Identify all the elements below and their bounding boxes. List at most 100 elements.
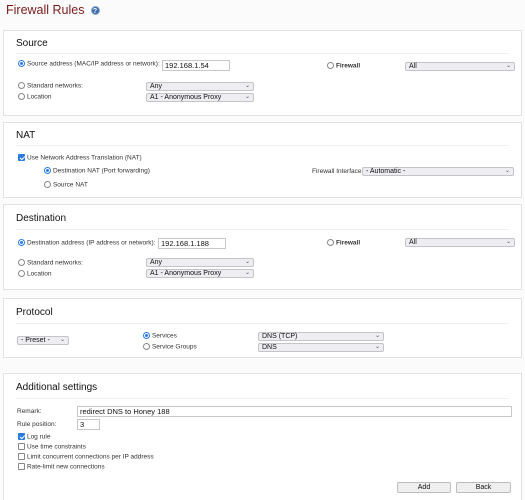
divider [16, 229, 509, 230]
destination-location-radio[interactable] [18, 270, 25, 277]
source-standard-networks-radio[interactable] [18, 82, 25, 89]
back-button[interactable]: Back [456, 482, 511, 493]
rate-limit-checkbox[interactable] [18, 463, 25, 470]
remark-input[interactable]: redirect DNS to Honey 188 [77, 406, 512, 417]
destination-panel: Destination Destination address (IP addr… [3, 204, 522, 290]
services-value: DNS (TCP) [262, 333, 298, 340]
destination-address-option[interactable]: Destination address (IP address or netwo… [18, 239, 155, 246]
destination-address-radio[interactable] [18, 239, 25, 246]
protocol-panel: Protocol - Preset - ⌄ Services DNS (TCP)… [3, 298, 522, 358]
source-firewall-label: Firewall [335, 62, 361, 70]
divider [16, 53, 509, 54]
rule-position-label: Rule position: [17, 421, 57, 428]
source-location-option[interactable]: Location [18, 93, 52, 100]
destination-standard-networks-select[interactable]: Any ⌄ [146, 258, 254, 267]
destination-standard-networks-option[interactable]: Standard networks: [18, 259, 83, 266]
destination-heading: Destination [16, 213, 67, 224]
page-title-text: Firewall Rules [6, 3, 85, 17]
services-select[interactable]: DNS (TCP) ⌄ [258, 332, 384, 341]
services-option[interactable]: Services [143, 332, 177, 339]
destination-standard-networks-radio[interactable] [18, 259, 25, 266]
page-title: Firewall Rules ? [6, 3, 100, 17]
use-nat-option[interactable]: Use Network Address Translation (NAT) [18, 154, 142, 161]
time-constraints-checkbox[interactable] [18, 443, 25, 450]
source-address-label: Source address (MAC/IP address or networ… [26, 60, 160, 68]
destination-location-select[interactable]: A1 - Anonymous Proxy ⌄ [146, 269, 254, 278]
dnat-radio[interactable] [44, 167, 51, 174]
destination-firewall-radio[interactable] [327, 239, 334, 246]
remark-label: Remark: [17, 408, 42, 415]
log-rule-checkbox[interactable] [18, 433, 25, 440]
destination-location-option[interactable]: Location [18, 270, 52, 277]
source-standard-networks-value: Any [150, 83, 163, 90]
snat-option[interactable]: Source NAT [44, 181, 88, 188]
chevron-down-icon: ⌄ [244, 94, 250, 100]
destination-address-label: Destination address (IP address or netwo… [26, 239, 156, 247]
time-constraints-label: Use time constraints [26, 443, 86, 451]
chevron-down-icon: ⌄ [504, 168, 510, 174]
dnat-option[interactable]: Destination NAT (Port forwarding) [44, 167, 150, 174]
log-rule-option[interactable]: Log rule [18, 433, 50, 440]
source-address-radio[interactable] [18, 60, 25, 67]
preset-value: - Preset - [21, 337, 50, 344]
destination-firewall-select[interactable]: All ⌄ [405, 238, 515, 247]
limit-connections-option[interactable]: Limit concurrent connections per IP addr… [18, 453, 154, 460]
firewall-interface-label: Firewall Interface: [312, 168, 364, 175]
destination-firewall-option[interactable]: Firewall [327, 239, 360, 246]
services-label: Services [151, 332, 177, 340]
destination-location-label: Location [26, 270, 52, 278]
source-location-select[interactable]: A1 - Anonymous Proxy ⌄ [146, 93, 254, 102]
additional-settings-panel: Additional settings Remark: redirect DNS… [3, 373, 522, 500]
source-heading: Source [16, 38, 48, 49]
chevron-down-icon: ⌄ [505, 63, 511, 69]
destination-standard-networks-value: Any [150, 259, 163, 266]
service-groups-value: DNS [262, 344, 277, 351]
source-firewall-select-value: All [409, 63, 417, 70]
source-standard-networks-select[interactable]: Any ⌄ [146, 82, 254, 91]
source-location-value: A1 - Anonymous Proxy [150, 94, 222, 101]
destination-firewall-label: Firewall [335, 239, 361, 247]
chevron-down-icon: ⌄ [59, 337, 65, 343]
firewall-interface-value: - Automatic - [366, 168, 406, 175]
snat-radio[interactable] [44, 181, 51, 188]
source-firewall-radio[interactable] [327, 62, 334, 69]
source-firewall-option[interactable]: Firewall [327, 62, 360, 69]
use-nat-label: Use Network Address Translation (NAT) [26, 154, 142, 162]
time-constraints-option[interactable]: Use time constraints [18, 443, 86, 450]
source-standard-networks-option[interactable]: Standard networks: [18, 82, 83, 89]
source-address-input[interactable]: 192.168.1.54 [162, 60, 230, 71]
firewall-interface-select[interactable]: - Automatic - ⌄ [362, 167, 514, 176]
preset-select[interactable]: - Preset - ⌄ [17, 336, 69, 345]
chevron-down-icon: ⌄ [244, 259, 250, 265]
add-button[interactable]: Add [397, 482, 451, 493]
destination-address-input[interactable]: 192.168.1.188 [158, 238, 226, 249]
nat-panel: NAT Use Network Address Translation (NAT… [3, 122, 522, 198]
services-radio[interactable] [143, 332, 150, 339]
source-firewall-select[interactable]: All ⌄ [405, 62, 515, 71]
chevron-down-icon: ⌄ [244, 270, 250, 276]
source-address-option[interactable]: Source address (MAC/IP address or networ… [18, 60, 160, 67]
snat-label: Source NAT [52, 181, 88, 189]
rate-limit-option[interactable]: Rate-limit new connections [18, 463, 105, 470]
divider [16, 398, 509, 399]
use-nat-checkbox[interactable] [18, 154, 25, 161]
service-groups-radio[interactable] [143, 343, 150, 350]
limit-connections-checkbox[interactable] [18, 453, 25, 460]
destination-standard-networks-label: Standard networks: [26, 259, 83, 267]
limit-connections-label: Limit concurrent connections per IP addr… [26, 453, 154, 461]
divider [16, 145, 509, 146]
chevron-down-icon: ⌄ [374, 344, 380, 350]
rate-limit-label: Rate-limit new connections [26, 463, 105, 471]
divider [16, 323, 509, 324]
protocol-heading: Protocol [16, 307, 53, 318]
service-groups-label: Service Groups [151, 343, 197, 351]
chevron-down-icon: ⌄ [505, 239, 511, 245]
chevron-down-icon: ⌄ [374, 333, 380, 339]
service-groups-option[interactable]: Service Groups [143, 343, 197, 350]
service-groups-select[interactable]: DNS ⌄ [258, 343, 384, 352]
source-location-radio[interactable] [18, 93, 25, 100]
dnat-label: Destination NAT (Port forwarding) [52, 167, 150, 175]
chevron-down-icon: ⌄ [244, 83, 250, 89]
rule-position-input[interactable]: 3 [77, 419, 100, 430]
help-icon[interactable]: ? [90, 5, 100, 15]
